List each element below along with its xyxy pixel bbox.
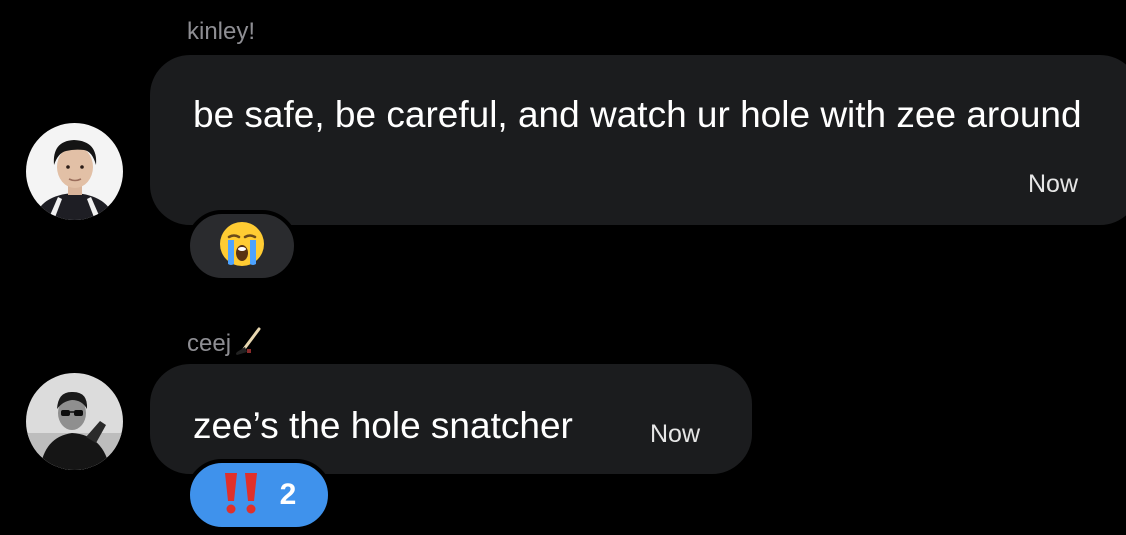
reaction-pill[interactable] xyxy=(186,210,298,282)
message-bubble[interactable]: zee’s the hole snatcher Now xyxy=(150,364,752,474)
hockey-stick-icon xyxy=(233,327,263,364)
message-text: be safe, be careful, and watch ur hole w… xyxy=(193,94,1082,135)
reaction-pill[interactable]: 2 xyxy=(186,459,332,531)
message-bubble[interactable]: be safe, be careful, and watch ur hole w… xyxy=(150,55,1126,225)
message-timestamp: Now xyxy=(1028,170,1079,198)
sender-name: ceej xyxy=(187,327,263,364)
message-timestamp: Now xyxy=(650,420,701,448)
avatar[interactable] xyxy=(26,373,123,470)
reaction-count: 2 xyxy=(279,478,297,511)
avatar[interactable] xyxy=(26,123,123,220)
loudly-crying-face-icon xyxy=(218,220,266,273)
sender-name: kinley! xyxy=(187,18,256,45)
sender-name-text: ceej xyxy=(187,330,232,357)
double-exclamation-icon xyxy=(222,471,262,520)
